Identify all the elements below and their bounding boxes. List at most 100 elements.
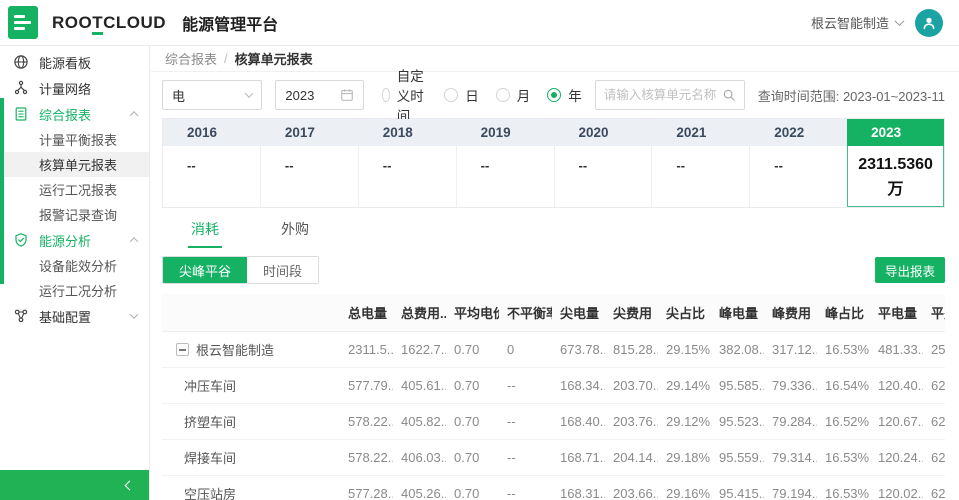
- sidebar-item-energy-analysis[interactable]: 能源分析: [0, 227, 149, 253]
- sidebar-label: 能源分析: [39, 231, 91, 250]
- row-name-cell: 根云智能制造: [162, 332, 340, 368]
- sidebar-item-metering-balance-report[interactable]: 计量平衡报表: [0, 127, 149, 152]
- collapse-minus-icon[interactable]: [176, 343, 189, 356]
- year-card[interactable]: 2019 --: [457, 119, 555, 207]
- year-card-value: --: [555, 146, 652, 207]
- sidebar-item-device-efficiency-analysis[interactable]: 设备能效分析: [0, 253, 149, 278]
- year-card[interactable]: 2022 --: [750, 119, 847, 207]
- table-cell: 79.336...: [764, 368, 817, 404]
- row-name: 冲压车间: [162, 368, 340, 404]
- app-title: 能源管理平台: [182, 11, 278, 35]
- table-controls: 尖峰平谷 时间段 导出报表: [162, 256, 945, 284]
- year-card[interactable]: 2017 --: [261, 119, 359, 207]
- search-input[interactable]: [604, 88, 722, 102]
- column-header: 尖占比: [658, 294, 711, 332]
- year-card[interactable]: 2020 --: [555, 119, 653, 207]
- table-cell: 203.76...: [605, 404, 658, 440]
- network-icon: [13, 80, 29, 96]
- sidebar-item-metering-network[interactable]: 计量网络: [0, 75, 149, 101]
- table-cell: 2311.5...: [340, 332, 393, 368]
- table-cell: --: [499, 476, 552, 500]
- user-avatar[interactable]: [915, 9, 943, 37]
- table-cell: 62.6...: [923, 368, 945, 404]
- table-cell: 95.559...: [711, 440, 764, 476]
- table-row[interactable]: 焊接车间 578.22... 406.03... 0.70 -- 168.71.…: [162, 440, 945, 476]
- table-cell: 382.08...: [711, 332, 764, 368]
- time-period-button[interactable]: 时间段: [247, 257, 318, 283]
- year-card[interactable]: 2016 --: [163, 119, 261, 207]
- table-cell: 29.18%: [658, 440, 711, 476]
- table-cell: 578.22...: [340, 404, 393, 440]
- report-table: 总电量总费用...平均电价不平衡率尖电量尖费用尖占比峰电量峰费用峰占比平电量平费…: [162, 294, 945, 500]
- table-row[interactable]: 挤塑车间 578.22... 405.82... 0.70 -- 168.40.…: [162, 404, 945, 440]
- radio-year[interactable]: 年: [547, 85, 582, 105]
- peak-valley-button[interactable]: 尖峰平谷: [163, 257, 247, 283]
- energy-type-select[interactable]: 电: [162, 80, 262, 110]
- unit-search: [595, 80, 745, 110]
- radio-month[interactable]: 月: [496, 85, 531, 105]
- row-name: 挤塑车间: [162, 404, 340, 440]
- tenant-name: 根云智能制造: [811, 13, 889, 32]
- sidebar-collapse-button[interactable]: [0, 470, 149, 500]
- sidebar-item-basic-config[interactable]: 基础配置: [0, 303, 149, 329]
- year-card-active[interactable]: 2023 2311.5360万: [847, 119, 944, 207]
- sidebar-label: 能源看板: [39, 53, 91, 72]
- tab-consumption[interactable]: 消耗: [188, 216, 222, 248]
- chevron-down-icon: [130, 310, 138, 318]
- year-picker-value: 2023: [285, 88, 314, 103]
- table-cell: 203.66...: [605, 476, 658, 500]
- table-cell: 79.284...: [764, 404, 817, 440]
- sidebar-item-accounting-unit-report[interactable]: 核算单元报表: [0, 152, 149, 177]
- table-row[interactable]: 冲压车间 577.79... 405.61... 0.70 -- 168.34.…: [162, 368, 945, 404]
- search-icon[interactable]: [722, 88, 736, 102]
- rootcloud-logo-icon[interactable]: [8, 6, 38, 39]
- sidebar-item-reports[interactable]: 综合报表: [0, 101, 149, 127]
- table-row-parent[interactable]: 根云智能制造 2311.5...1622.7...0.700673.78...8…: [162, 332, 945, 368]
- year-card-label: 2019: [457, 119, 554, 146]
- table-cell: 29.14%: [658, 368, 711, 404]
- table-cell: 62.4...: [923, 476, 945, 500]
- column-header: 峰费用: [764, 294, 817, 332]
- sidebar-item-alarm-record-query[interactable]: 报警记录查询: [0, 202, 149, 227]
- year-card-value: --: [750, 146, 847, 207]
- sidebar-item-energy-board[interactable]: 能源看板: [0, 49, 149, 75]
- report-table-wrapper: 总电量总费用...平均电价不平衡率尖电量尖费用尖占比峰电量峰费用峰占比平电量平费…: [162, 294, 945, 500]
- column-header: 峰电量: [711, 294, 764, 332]
- table-cell: 250...: [923, 332, 945, 368]
- sidebar-label: 基础配置: [39, 307, 91, 326]
- sidebar-item-operating-condition-report[interactable]: 运行工况报表: [0, 177, 149, 202]
- tab-purchase[interactable]: 外购: [278, 216, 312, 248]
- tenant-selector[interactable]: 根云智能制造: [811, 13, 903, 32]
- radio-day[interactable]: 日: [444, 85, 479, 105]
- table-cell: --: [499, 368, 552, 404]
- table-cell: 120.02...: [870, 476, 923, 500]
- year-card[interactable]: 2018 --: [359, 119, 457, 207]
- year-picker[interactable]: 2023: [275, 80, 364, 110]
- table-cell: 29.12%: [658, 404, 711, 440]
- table-cell: 95.523...: [711, 404, 764, 440]
- export-report-button[interactable]: 导出报表: [875, 257, 945, 283]
- table-cell: 16.53%: [817, 476, 870, 500]
- main-area: 综合报表 / 核算单元报表 电 2023 自定义时间: [151, 46, 959, 500]
- year-card[interactable]: 2021 --: [652, 119, 750, 207]
- radio-icon: [547, 88, 561, 102]
- table-cell: 79.314...: [764, 440, 817, 476]
- column-header: 总电量: [340, 294, 393, 332]
- person-icon: [921, 15, 937, 31]
- radio-custom-time[interactable]: 自定义时间: [382, 65, 427, 125]
- table-cell: 673.78...: [552, 332, 605, 368]
- breadcrumb-parent[interactable]: 综合报表: [165, 49, 217, 68]
- year-card-label: 2022: [750, 119, 847, 146]
- table-cell: 168.31...: [552, 476, 605, 500]
- query-time-range: 查询时间范围: 2023-01~2023-11: [758, 86, 945, 105]
- year-card-value: --: [652, 146, 749, 207]
- table-cell: 168.40...: [552, 404, 605, 440]
- year-card-value: --: [261, 146, 358, 207]
- table-cell: 203.70...: [605, 368, 658, 404]
- column-header: 不平衡率: [499, 294, 552, 332]
- table-row[interactable]: 空压站房 577.28... 405.26... 0.70 -- 168.31.…: [162, 476, 945, 500]
- table-cell: 29.16%: [658, 476, 711, 500]
- sidebar-item-operating-condition-analysis[interactable]: 运行工况分析: [0, 278, 149, 303]
- chevron-up-icon: [130, 237, 138, 245]
- year-card-value: --: [457, 146, 554, 207]
